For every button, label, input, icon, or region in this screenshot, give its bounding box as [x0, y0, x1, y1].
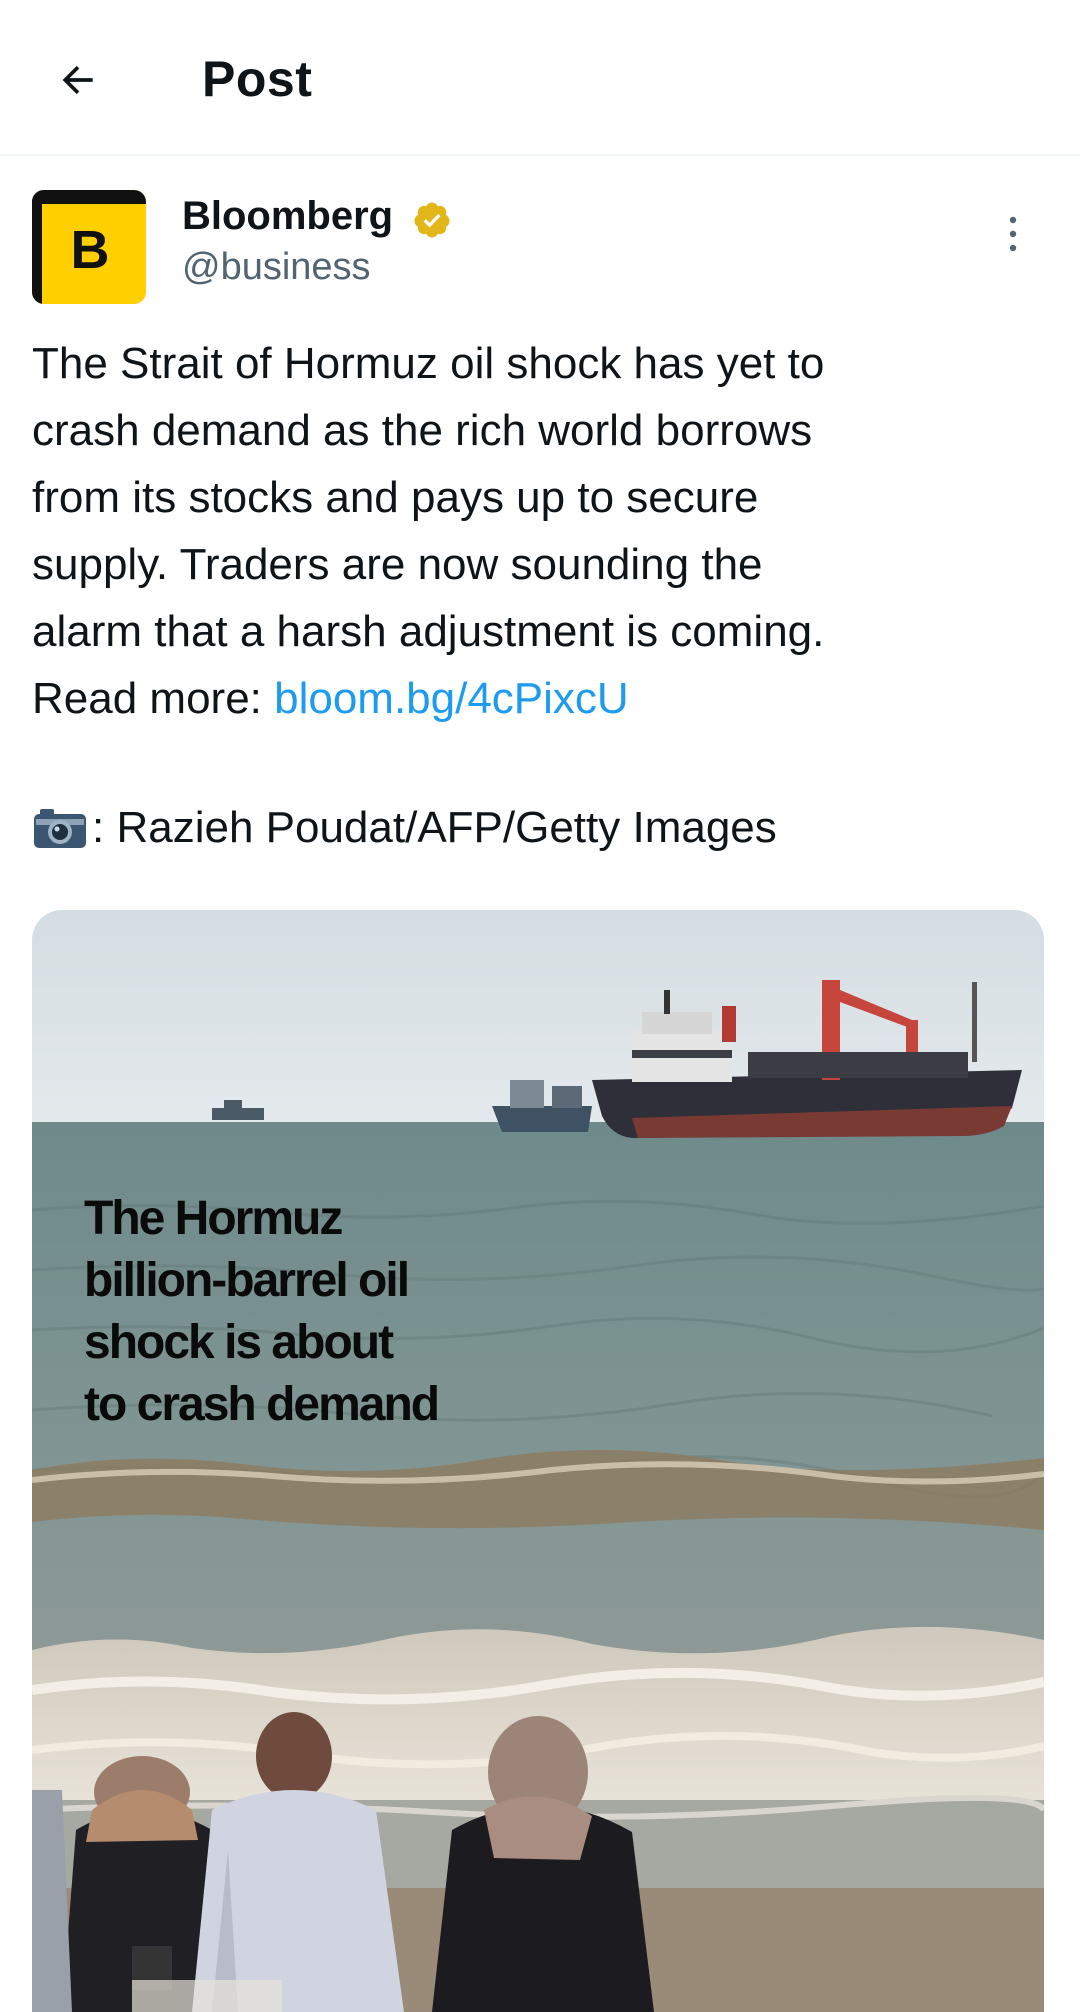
author-name[interactable]: Bloomberg [182, 194, 393, 239]
image-headline: The Hormuz billion-barrel oil shock is a… [84, 1192, 440, 1431]
page-title: Post [202, 51, 313, 107]
arrow-left-icon [62, 65, 93, 95]
verified-badge-icon [414, 202, 450, 238]
top-bar: Post [0, 0, 1080, 156]
photo-credit-text: : Razieh Poudat/AFP/Getty Images [92, 803, 777, 852]
post-body: The Strait of Hormuz oil shock has yet t… [32, 339, 825, 723]
more-options-icon[interactable] [998, 210, 1028, 260]
post-link[interactable]: bloom.bg/4cPixcU [274, 674, 629, 723]
photo-credit: : Razieh Poudat/AFP/Getty Images [32, 794, 777, 861]
avatar-letter: B [70, 220, 110, 280]
photo-scene [32, 910, 1044, 2012]
avatar[interactable]: B [32, 190, 146, 304]
author-handle[interactable]: @business [182, 246, 371, 289]
post-text: The Strait of Hormuz oil shock has yet t… [32, 330, 1042, 732]
back-button[interactable] [44, 46, 112, 114]
camera-icon [34, 808, 86, 848]
post-image[interactable]: The Hormuz billion-barrel oil shock is a… [32, 910, 1044, 2012]
